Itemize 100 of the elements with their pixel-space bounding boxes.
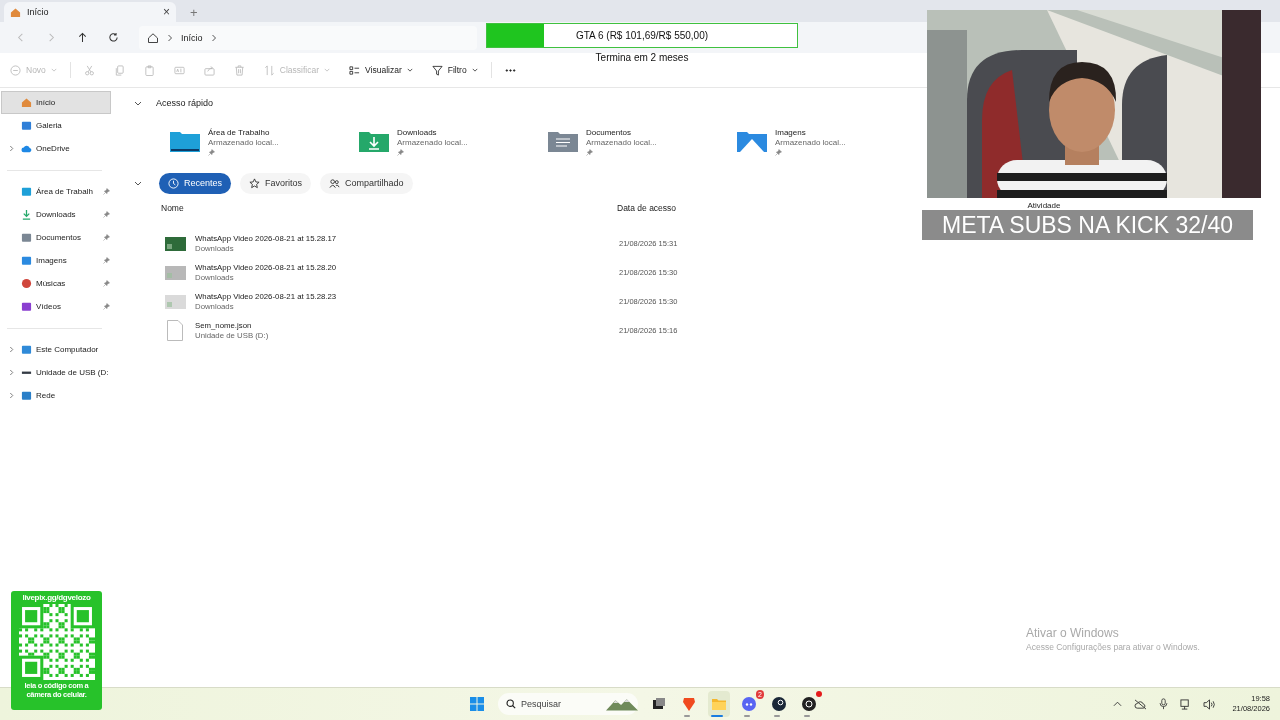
folder-icon bbox=[170, 130, 200, 152]
new-tab-button[interactable]: + bbox=[190, 6, 198, 19]
computer-icon bbox=[21, 344, 32, 355]
filter-tab[interactable]: Compartilhado bbox=[320, 172, 413, 194]
folder-name: Documentos bbox=[586, 128, 632, 138]
sidebar-item[interactable]: Início bbox=[1, 91, 111, 114]
search-icon bbox=[506, 699, 516, 709]
sidebar-item[interactable]: Documentos bbox=[1, 226, 111, 249]
speaker-icon[interactable] bbox=[1203, 698, 1217, 710]
chevron-icon[interactable] bbox=[9, 392, 14, 399]
search-field[interactable]: Pesquisar bbox=[498, 693, 638, 715]
home-icon bbox=[21, 97, 32, 108]
copy-icon bbox=[113, 64, 125, 76]
qr-code-icon bbox=[18, 604, 95, 680]
home-icon bbox=[147, 31, 159, 44]
plus-circle-icon bbox=[10, 64, 21, 76]
desktop-icon bbox=[21, 186, 32, 197]
sidebar-item[interactable]: Downloads bbox=[1, 203, 111, 226]
column-header[interactable]: Nome bbox=[126, 203, 617, 213]
activation-text: Acesse Configurações para ativar o Windows. bbox=[1026, 642, 1200, 652]
share-icon bbox=[203, 64, 215, 76]
address-bar[interactable]: Início bbox=[139, 25, 477, 50]
sidebar-item[interactable]: Imagens bbox=[1, 249, 111, 272]
chevron-icon[interactable] bbox=[9, 346, 14, 353]
collapse-chevron-icon[interactable] bbox=[134, 100, 142, 106]
folder-location: Armazenado local... bbox=[775, 138, 846, 148]
mountain-icon bbox=[606, 697, 638, 711]
column-header[interactable]: Data de acesso bbox=[617, 203, 677, 213]
search-field[interactable]: Pesquisar bbox=[521, 699, 601, 709]
webcam-caption: Atividade bbox=[1027, 201, 1061, 210]
chevron-icon[interactable] bbox=[9, 369, 14, 376]
collapse-chevron-icon[interactable] bbox=[134, 180, 142, 186]
microphone-icon[interactable] bbox=[1159, 698, 1169, 710]
download-icon bbox=[21, 209, 32, 220]
folder-name: Downloads bbox=[397, 128, 438, 138]
image-icon bbox=[21, 255, 32, 266]
gallery-icon bbox=[21, 120, 32, 131]
refresh-icon bbox=[107, 32, 119, 43]
sidebar-item[interactable]: Este Computador bbox=[1, 338, 111, 361]
scissors-icon bbox=[83, 64, 95, 76]
chevron-icon[interactable] bbox=[9, 145, 14, 152]
chat-icon bbox=[741, 696, 757, 712]
sidebar-item[interactable]: Rede bbox=[1, 384, 111, 407]
record-icon bbox=[801, 696, 817, 712]
sort-icon bbox=[263, 64, 275, 76]
up-arrow-icon bbox=[76, 32, 88, 43]
cloud-icon bbox=[21, 143, 32, 154]
folder-location: Armazenado local... bbox=[208, 138, 279, 148]
filter-button[interactable]: Filtro bbox=[431, 60, 478, 80]
view-button[interactable]: Visualizar bbox=[349, 60, 413, 80]
folder-icon bbox=[737, 130, 767, 152]
paste-icon bbox=[143, 64, 155, 76]
home-icon bbox=[10, 6, 21, 18]
activation-title: Ativar o Windows bbox=[1026, 626, 1120, 640]
sidebar-item[interactable]: Vídeos bbox=[1, 295, 111, 318]
trash-icon bbox=[233, 64, 245, 76]
video-thumbnail bbox=[165, 265, 186, 280]
cloud-off-icon[interactable] bbox=[1134, 698, 1148, 710]
folder-icon bbox=[359, 130, 389, 152]
section-title: Acesso rápido bbox=[156, 98, 214, 108]
breadcrumb-item[interactable]: Início bbox=[181, 32, 203, 43]
goal-deadline: Termina em 2 meses bbox=[595, 52, 689, 63]
network-icon bbox=[21, 390, 32, 401]
sidebar-item[interactable]: Músicas bbox=[1, 272, 111, 295]
close-tab-button[interactable]: × bbox=[163, 6, 170, 18]
files-taskbar-icon[interactable] bbox=[708, 691, 730, 717]
folder-tile[interactable]: Downloads Armazenado local... bbox=[359, 128, 548, 156]
video-thumbnail bbox=[165, 236, 186, 251]
steam-icon bbox=[771, 696, 787, 712]
sidebar-item[interactable]: OneDrive bbox=[1, 137, 111, 160]
people-icon bbox=[329, 177, 341, 189]
browser-tab[interactable]: Início × bbox=[4, 2, 176, 22]
music-icon bbox=[21, 278, 32, 289]
view-icon bbox=[349, 64, 361, 76]
tab-title: Início bbox=[27, 7, 50, 17]
document-icon bbox=[21, 232, 32, 243]
video-thumbnail bbox=[165, 294, 186, 309]
folder-icon bbox=[711, 696, 727, 712]
rename-icon bbox=[173, 64, 185, 76]
sidebar-item[interactable]: Unidade de USB (D: bbox=[1, 361, 111, 384]
filter-tab[interactable]: Recentes bbox=[159, 172, 232, 194]
goal-title: GTA 6 (R$ 101,69/R$ 550,00) bbox=[574, 29, 710, 43]
folder-tile[interactable]: Imagens Armazenado local... bbox=[737, 128, 926, 156]
folder-icon bbox=[548, 130, 578, 152]
task-view-icon bbox=[651, 696, 667, 712]
sidebar-item[interactable]: Galeria bbox=[1, 114, 111, 137]
filter-icon bbox=[431, 64, 443, 76]
folder-tile[interactable]: Documentos Armazenado local... bbox=[548, 128, 737, 156]
windows-logo-icon bbox=[469, 696, 485, 712]
subscriber-goal-banner: META SUBS NA KICK 32/40 bbox=[922, 210, 1253, 240]
video-icon bbox=[21, 301, 32, 312]
filter-tab[interactable]: Favoritos bbox=[240, 172, 312, 194]
network-icon[interactable] bbox=[1180, 698, 1192, 710]
folder-name: Área de Trabalho bbox=[208, 128, 271, 138]
folder-name: Imagens bbox=[775, 128, 807, 138]
chevron-up-icon[interactable] bbox=[1113, 701, 1123, 707]
chevron-icon bbox=[167, 33, 173, 42]
folder-location: Armazenado local... bbox=[397, 138, 468, 148]
sidebar-item[interactable]: Área de Trabalh bbox=[1, 180, 111, 203]
folder-tile[interactable]: Área de Trabalho Armazenado local... bbox=[170, 128, 359, 156]
